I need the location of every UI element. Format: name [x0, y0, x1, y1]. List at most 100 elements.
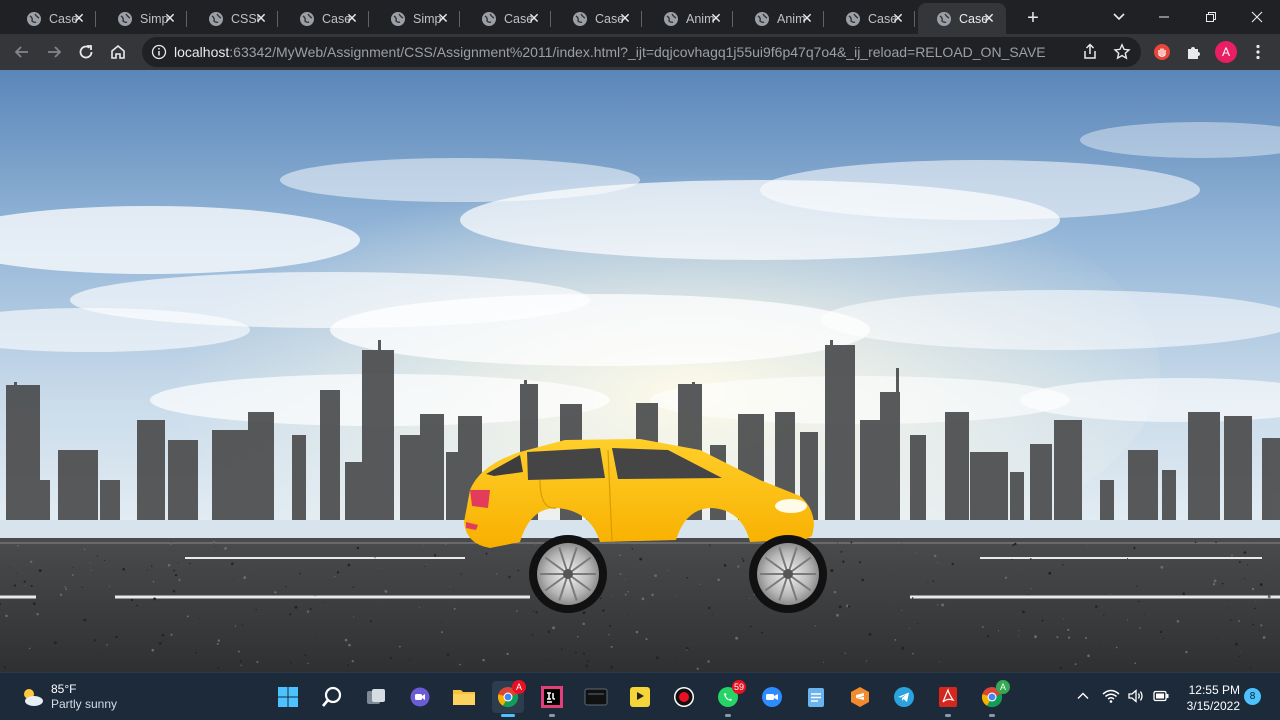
browser-tab[interactable]: Simp ✕ — [372, 3, 460, 34]
weather-widget[interactable]: 85°F Partly sunny — [20, 682, 117, 712]
browser-tab[interactable]: CSS0✕ — [190, 3, 278, 34]
reload-button[interactable] — [74, 40, 98, 64]
tab-close-button[interactable]: ✕ — [891, 11, 905, 25]
tab-close-button[interactable]: ✕ — [800, 11, 814, 25]
asphalt-speck — [675, 595, 677, 597]
browser-menu-button[interactable] — [1249, 43, 1267, 61]
share-icon[interactable] — [1081, 43, 1099, 61]
skyline-building — [137, 420, 165, 520]
profile-avatar[interactable]: A — [1215, 41, 1237, 63]
asphalt-speck — [93, 639, 97, 642]
bookmark-star-icon[interactable] — [1113, 43, 1131, 61]
asphalt-speck — [356, 546, 360, 550]
extension-adblock-button[interactable] — [1153, 43, 1171, 61]
asphalt-speck — [122, 567, 125, 571]
task-view-button[interactable] — [360, 681, 392, 713]
asphalt-speck — [868, 633, 872, 636]
tab-close-button[interactable]: ✕ — [254, 11, 268, 25]
battery-button[interactable] — [1152, 687, 1170, 705]
system-clock[interactable]: 12:55 PM 3/15/2022 — [1180, 682, 1240, 714]
volume-button[interactable] — [1127, 687, 1145, 705]
asphalt-speck — [231, 562, 234, 566]
browser-tab[interactable]: Case ✕ — [281, 3, 369, 34]
video-camera-icon — [762, 687, 782, 707]
tab-close-button[interactable]: ✕ — [618, 11, 632, 25]
asphalt-speck — [433, 554, 437, 557]
car-wheel — [749, 535, 827, 613]
tab-close-button[interactable]: ✕ — [982, 11, 996, 25]
acrobat-button[interactable] — [932, 681, 964, 717]
tab-separator — [277, 11, 278, 27]
asphalt-speck — [1067, 636, 1071, 639]
browser-tab[interactable]: Case ✕ — [8, 3, 96, 34]
notepad-button[interactable] — [800, 681, 832, 713]
asphalt-speck — [340, 663, 342, 665]
tab-close-button[interactable]: ✕ — [345, 11, 359, 25]
asphalt-speck — [951, 562, 954, 566]
forward-button[interactable] — [42, 40, 66, 64]
chrome-taskbar-button[interactable]: A — [492, 680, 526, 717]
browser-tab[interactable]: Anim ✕ — [736, 3, 824, 34]
browser-tab[interactable]: Case ✕ — [554, 3, 642, 34]
clock-date: 3/15/2022 — [1186, 699, 1240, 713]
browser-tab[interactable]: Case ✕ — [463, 3, 551, 34]
asphalt-speck — [172, 589, 176, 593]
file-explorer-button[interactable] — [448, 681, 480, 713]
asphalt-speck — [374, 557, 376, 559]
asphalt-speck — [901, 646, 905, 650]
asphalt-speck — [106, 644, 108, 646]
whatsapp-button[interactable]: 59 — [712, 680, 746, 717]
notification-center-badge[interactable]: 8 — [1244, 688, 1261, 705]
asphalt-speck — [932, 580, 935, 583]
skyline-building — [12, 460, 16, 520]
asphalt-speck — [189, 562, 191, 565]
browser-tab[interactable]: Anim ✕ — [645, 3, 733, 34]
tab-close-button[interactable]: ✕ — [527, 11, 541, 25]
network-button[interactable] — [1102, 687, 1120, 705]
url-text[interactable]: localhost:63342/MyWeb/Assignment/CSS/Ass… — [174, 44, 1046, 60]
extensions-button[interactable] — [1185, 43, 1203, 61]
asphalt-speck — [23, 580, 26, 583]
asphalt-speck — [1084, 637, 1087, 640]
sublime-button[interactable] — [844, 681, 876, 713]
taskbar-search-button[interactable] — [316, 681, 348, 713]
back-button[interactable] — [10, 40, 34, 64]
asphalt-speck — [1115, 646, 1118, 649]
screen-recorder-button[interactable] — [668, 681, 700, 713]
home-button[interactable] — [106, 40, 130, 64]
browser-tab[interactable]: Simp ✕ — [99, 3, 187, 34]
asphalt-speck — [83, 548, 86, 551]
terminal-button[interactable] — [580, 681, 612, 713]
tab-close-button[interactable]: ✕ — [163, 11, 177, 25]
asphalt-speck — [1018, 630, 1020, 632]
show-hidden-icons-button[interactable] — [1074, 687, 1092, 705]
close-icon — [1251, 11, 1263, 23]
media-player-button[interactable] — [624, 681, 656, 713]
asphalt-speck — [274, 591, 277, 594]
car-wheel — [529, 535, 607, 613]
asphalt-speck — [65, 588, 68, 591]
search-icon — [322, 686, 342, 707]
asphalt-speck — [198, 618, 200, 620]
tab-close-button[interactable]: ✕ — [72, 11, 86, 25]
minimize-button[interactable] — [1141, 0, 1187, 34]
asphalt-speck — [351, 660, 354, 663]
restore-button[interactable] — [1188, 0, 1234, 34]
tab-close-button[interactable]: ✕ — [436, 11, 450, 25]
browser-tab[interactable]: Case ✕ — [918, 3, 1006, 34]
asphalt-speck — [98, 654, 100, 656]
telegram-button[interactable] — [888, 681, 920, 713]
close-window-button[interactable] — [1234, 0, 1280, 34]
teams-chat-button[interactable] — [404, 681, 436, 713]
intellij-button[interactable] — [536, 681, 568, 717]
skyline-building — [1054, 420, 1082, 520]
address-bar[interactable]: localhost:63342/MyWeb/Assignment/CSS/Ass… — [142, 37, 1141, 67]
chevron-down-icon[interactable] — [1110, 8, 1128, 26]
zoom-button[interactable] — [756, 681, 788, 713]
info-icon[interactable] — [151, 44, 167, 60]
tab-close-button[interactable]: ✕ — [709, 11, 723, 25]
browser-tab[interactable]: Case ✕ — [827, 3, 915, 34]
start-button[interactable] — [272, 681, 304, 713]
new-tab-button[interactable]: + — [1022, 7, 1044, 29]
chrome-profile-button[interactable]: A — [976, 680, 1010, 717]
